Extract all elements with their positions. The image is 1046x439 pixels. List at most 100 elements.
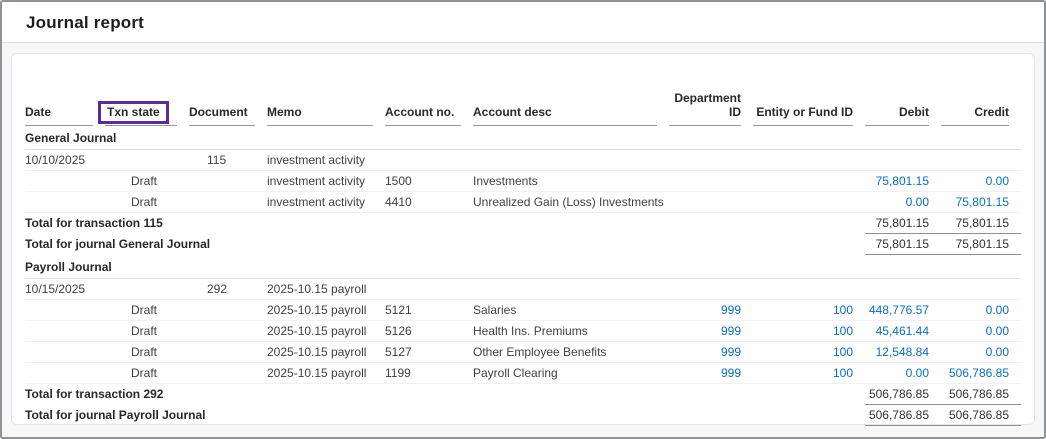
amount-link-credit[interactable]: 0.00 <box>941 321 1021 342</box>
cell-account_no <box>385 279 473 300</box>
total-credit-value: 506,786.85 <box>941 405 1021 426</box>
cell-memo: investment activity <box>267 171 385 192</box>
txn-state-highlight-box: Txn state <box>98 101 169 124</box>
cell-account_desc: Other Employee Benefits <box>473 342 669 363</box>
col-header-entity_fund_id: Entity or Fund ID <box>753 88 865 126</box>
total-label: Total for transaction 115 <box>25 213 865 234</box>
amount-link-debit[interactable]: 75,801.15 <box>865 171 941 192</box>
total-debit-value: 75,801.15 <box>865 213 941 234</box>
cell-debit <box>865 279 941 300</box>
amount-link-department_id[interactable]: 999 <box>669 300 753 321</box>
col-header-underline: Entity or Fund ID <box>753 102 853 126</box>
col-header-label: Credit <box>974 105 1009 119</box>
amount-link-credit[interactable]: 506,786.85 <box>941 363 1021 384</box>
cell-document <box>189 342 267 363</box>
col-header-label: Debit <box>899 105 929 119</box>
section-label: Payroll Journal <box>25 255 1021 279</box>
col-header-underline: Department ID <box>669 88 741 126</box>
amount-link-debit[interactable]: 0.00 <box>865 192 941 213</box>
amount-link-entity_fund_id[interactable]: 100 <box>753 363 865 384</box>
transaction-row: 10/15/20252922025-10.15 payroll <box>25 279 1021 300</box>
cell-account_no: 4410 <box>385 192 473 213</box>
page-header: Journal report <box>2 2 1044 43</box>
amount-link-credit[interactable]: 0.00 <box>941 342 1021 363</box>
spacer-row <box>25 426 1021 439</box>
amount-link-credit[interactable]: 75,801.15 <box>941 192 1021 213</box>
section-label: General Journal <box>25 126 1021 150</box>
cell-date <box>25 300 105 321</box>
cell-txn_state: Draft <box>105 300 189 321</box>
amount-link-debit[interactable]: 448,776.57 <box>865 300 941 321</box>
cell-entity_fund_id <box>753 279 865 300</box>
total-label: Total for journal General Journal <box>25 234 865 255</box>
cell-date: 10/15/2025 <box>25 279 105 300</box>
report-panel: DateTxn stateDocumentMemoAccount no.Acco… <box>11 53 1035 425</box>
amount-link-debit[interactable]: 12,548.84 <box>865 342 941 363</box>
col-header-debit: Debit <box>865 88 941 126</box>
cell-memo: 2025-10.15 payroll <box>267 342 385 363</box>
col-header-memo: Memo <box>267 88 385 126</box>
cell-txn_state <box>105 150 189 171</box>
cell-account_no: 5126 <box>385 321 473 342</box>
col-header-txn_state: Txn state <box>105 88 189 126</box>
total-credit-value: 75,801.15 <box>941 234 1021 255</box>
cell-txn_state: Draft <box>105 321 189 342</box>
cell-department_id <box>669 279 753 300</box>
amount-link-entity_fund_id[interactable]: 100 <box>753 342 865 363</box>
col-header-label: Account no. <box>385 105 454 119</box>
total-debit-value: 75,801.15 <box>865 234 941 255</box>
amount-link-credit[interactable]: 0.00 <box>941 171 1021 192</box>
cell-document <box>189 171 267 192</box>
cell-memo: investment activity <box>267 150 385 171</box>
detail-row: Draftinvestment activity1500Investments7… <box>25 171 1021 192</box>
amount-link-credit[interactable]: 0.00 <box>941 300 1021 321</box>
cell-memo: 2025-10.15 payroll <box>267 300 385 321</box>
cell-department_id <box>669 192 753 213</box>
cell-date <box>25 192 105 213</box>
cell-date <box>25 342 105 363</box>
cell-debit <box>865 150 941 171</box>
cell-document <box>189 363 267 384</box>
cell-account_desc <box>473 279 669 300</box>
cell-account_no: 1199 <box>385 363 473 384</box>
col-header-underline: Date <box>25 102 93 126</box>
amount-link-department_id[interactable]: 999 <box>669 321 753 342</box>
total-row: Total for transaction 292506,786.85506,7… <box>25 384 1021 405</box>
col-header-label: Account desc <box>473 105 552 119</box>
col-header-underline: Memo <box>267 102 373 126</box>
cell-account_desc: Health Ins. Premiums <box>473 321 669 342</box>
col-header-account_no: Account no. <box>385 88 473 126</box>
col-header-department_id: Department ID <box>669 88 753 126</box>
cell-document: 292 <box>189 279 267 300</box>
detail-row: Draft2025-10.15 payroll5121Salaries99910… <box>25 300 1021 321</box>
amount-link-entity_fund_id[interactable]: 100 <box>753 300 865 321</box>
amount-link-department_id[interactable]: 999 <box>669 363 753 384</box>
cell-entity_fund_id <box>753 171 865 192</box>
col-header-label: Document <box>189 105 248 119</box>
cell-date <box>25 363 105 384</box>
col-header-label: Memo <box>267 105 302 119</box>
journal-section-row: Payroll Journal <box>25 255 1021 279</box>
cell-entity_fund_id <box>753 192 865 213</box>
amount-link-debit[interactable]: 45,461.44 <box>865 321 941 342</box>
cell-txn_state <box>105 279 189 300</box>
cell-account_desc: Payroll Clearing <box>473 363 669 384</box>
cell-txn_state: Draft <box>105 342 189 363</box>
total-row: Total for journal General Journal75,801.… <box>25 234 1021 255</box>
col-header-underline: Account desc <box>473 102 657 126</box>
cell-memo: investment activity <box>267 192 385 213</box>
amount-link-department_id[interactable]: 999 <box>669 342 753 363</box>
cell-credit <box>941 150 1021 171</box>
total-row: Total for journal Payroll Journal506,786… <box>25 405 1021 426</box>
col-header-underline: Debit <box>865 102 929 126</box>
amount-link-debit[interactable]: 0.00 <box>865 363 941 384</box>
spacer-cell <box>25 426 1021 439</box>
col-header-account_desc: Account desc <box>473 88 669 126</box>
cell-txn_state: Draft <box>105 363 189 384</box>
cell-memo: 2025-10.15 payroll <box>267 321 385 342</box>
journal-section-row: General Journal <box>25 126 1021 150</box>
amount-link-entity_fund_id[interactable]: 100 <box>753 321 865 342</box>
detail-row: Draftinvestment activity4410Unrealized G… <box>25 192 1021 213</box>
total-row: Total for transaction 11575,801.1575,801… <box>25 213 1021 234</box>
total-credit-value: 506,786.85 <box>941 384 1021 405</box>
